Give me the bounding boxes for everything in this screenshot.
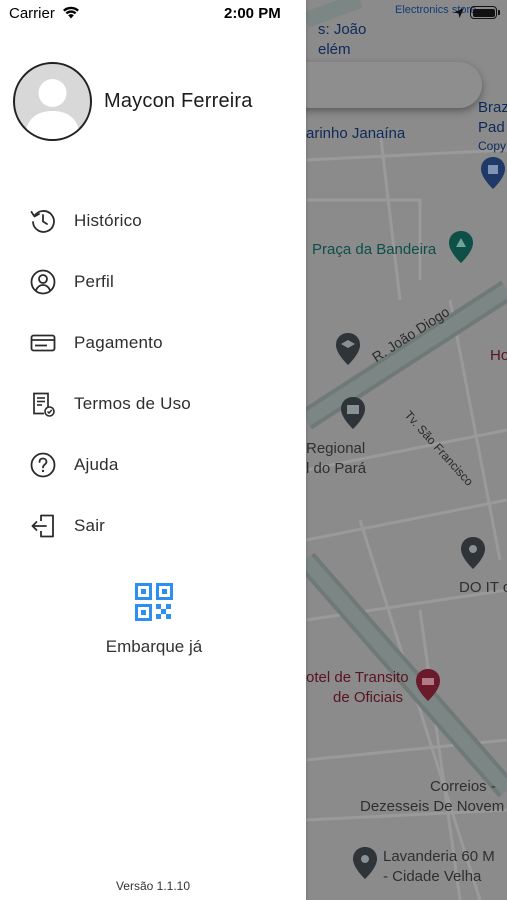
app-version: Versão 1.1.10 bbox=[115, 879, 191, 893]
map-label: Pad bbox=[478, 119, 505, 136]
map-label: l do Pará bbox=[306, 460, 367, 477]
help-icon bbox=[30, 452, 56, 478]
menu-item-pagamento[interactable]: Pagamento bbox=[0, 317, 306, 367]
laundry-pin-icon[interactable] bbox=[352, 846, 378, 880]
map-label: otel de Transito bbox=[306, 669, 409, 686]
embarque-ja-label: Embarque já bbox=[105, 637, 203, 656]
park-pin-icon[interactable] bbox=[448, 230, 474, 264]
map-label: Copy bbox=[478, 139, 507, 153]
embarque-ja-button[interactable]: Embarque já bbox=[104, 580, 204, 660]
location-arrow-icon bbox=[454, 8, 464, 18]
payment-card-icon bbox=[30, 334, 56, 352]
hotel-pin-icon[interactable] bbox=[415, 668, 441, 702]
menu-item-termos-de-uso[interactable]: Termos de Uso bbox=[0, 378, 306, 428]
museum-pin-icon[interactable] bbox=[340, 396, 366, 430]
menu-item-label: Perfil bbox=[74, 272, 114, 291]
menu-item-label: Histórico bbox=[74, 211, 142, 230]
profile-icon bbox=[30, 269, 56, 295]
side-drawer: Maycon Ferreira Histórico Perfil Pagamen… bbox=[0, 0, 306, 900]
school-pin-icon[interactable] bbox=[335, 332, 361, 366]
user-name: Maycon Ferreira bbox=[104, 90, 253, 112]
carrier-label: Carrier bbox=[9, 5, 55, 22]
logout-icon bbox=[31, 514, 54, 538]
menu-item-label: Ajuda bbox=[74, 455, 119, 474]
avatar[interactable] bbox=[13, 62, 92, 141]
place-pin-icon[interactable] bbox=[460, 536, 486, 570]
qr-code-icon bbox=[135, 583, 173, 621]
menu-item-label: Pagamento bbox=[74, 333, 163, 352]
map-label: elém bbox=[318, 41, 351, 58]
clock: 2:00 PM bbox=[224, 5, 281, 22]
map-label: Correios - bbox=[430, 778, 496, 795]
menu-item-label: Termos de Uso bbox=[74, 394, 191, 413]
history-icon bbox=[30, 210, 55, 233]
map-label: Lavanderia 60 M bbox=[383, 848, 495, 865]
user-placeholder-icon bbox=[25, 79, 80, 139]
battery-tip bbox=[498, 10, 500, 15]
battery-icon bbox=[470, 6, 497, 19]
terms-document-icon bbox=[33, 392, 55, 417]
store-pin-icon[interactable] bbox=[480, 156, 506, 190]
menu-item-historico[interactable]: Histórico bbox=[0, 195, 306, 245]
map-label: DO IT c bbox=[459, 579, 507, 596]
wifi-icon bbox=[63, 6, 79, 19]
status-bar: Carrier 2:00 PM Electronics store bbox=[0, 0, 507, 28]
map-label: Regional bbox=[306, 440, 366, 457]
map-label: de Oficiais bbox=[333, 689, 404, 706]
map-label: Dezesseis De Novem bbox=[360, 798, 505, 815]
map-label: - Cidade Velha bbox=[383, 868, 482, 885]
menu-item-perfil[interactable]: Perfil bbox=[0, 256, 306, 306]
map-label: Ho bbox=[490, 347, 507, 364]
map-label: arinho Janaína bbox=[306, 125, 406, 142]
menu-item-ajuda[interactable]: Ajuda bbox=[0, 439, 306, 489]
map-label: Braz bbox=[478, 99, 507, 116]
menu-item-label: Sair bbox=[74, 516, 106, 535]
menu-item-sair[interactable]: Sair bbox=[0, 500, 306, 550]
map-label: Praça da Bandeira bbox=[312, 241, 437, 258]
